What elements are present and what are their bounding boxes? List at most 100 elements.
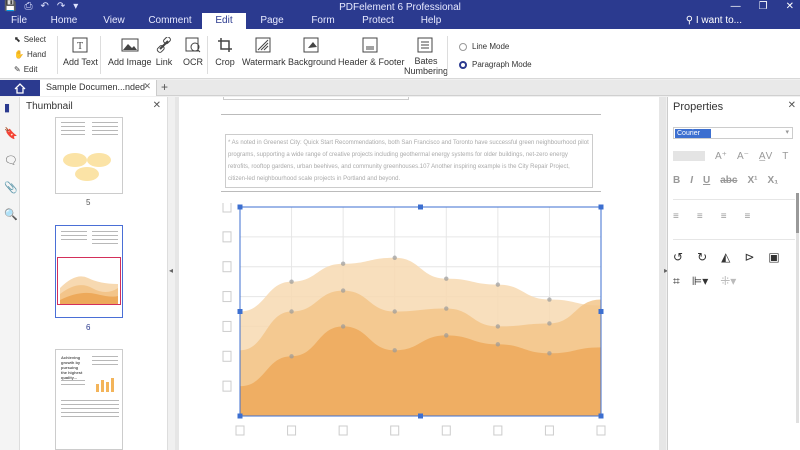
home-tab[interactable]: [0, 80, 40, 96]
increase-font-icon[interactable]: A⁺: [715, 151, 727, 162]
hand-tool[interactable]: ✋ Hand: [14, 50, 46, 59]
thumbnail-icon[interactable]: ▮: [4, 101, 10, 114]
font-family-select[interactable]: Courier ▾: [673, 127, 793, 139]
properties-scrollbar[interactable]: [796, 193, 799, 423]
hand-icon: ✋: [14, 50, 24, 59]
menu-page[interactable]: Page: [246, 13, 298, 29]
bookmark-icon[interactable]: 🔖: [4, 127, 18, 140]
y-tick-box: [222, 203, 232, 213]
flip-icon[interactable]: ◭: [721, 250, 730, 264]
panel-divider: [673, 199, 795, 200]
select-tool[interactable]: ⬉ Select: [14, 35, 46, 44]
add-image-button[interactable]: Add Image: [108, 29, 152, 67]
crop-button[interactable]: Crop: [215, 29, 235, 67]
menu-form[interactable]: Form: [298, 13, 348, 29]
i-want-to-search[interactable]: ⚲ I want to...: [686, 15, 742, 26]
header-footer-icon: [361, 35, 381, 55]
rotate-right-icon[interactable]: ↻: [697, 250, 707, 264]
close-panel-icon[interactable]: ✕: [153, 100, 161, 111]
data-point: [547, 351, 552, 356]
y-tick-box: [222, 350, 232, 362]
font-style-row: B I U abc X¹ X₁: [673, 175, 778, 186]
resize-handle: [598, 204, 604, 210]
document-tab[interactable]: Sample Documen...nded ✕: [40, 80, 157, 96]
ocr-icon: [183, 35, 203, 55]
text-color-icon[interactable]: T: [782, 151, 788, 162]
alignment-row: ≡ ≡ ≡ ≡: [673, 211, 750, 222]
data-point: [392, 309, 397, 314]
resize-handle: [237, 413, 243, 419]
align-left-icon[interactable]: ≡: [673, 211, 679, 222]
ocr-button[interactable]: OCR: [183, 29, 203, 67]
data-point: [289, 279, 294, 284]
resize-handle: [598, 309, 604, 314]
resize-handle: [418, 204, 423, 210]
object-tools-row: ↺ ↻ ◭ ⊳ ▣: [673, 250, 780, 264]
area-chart[interactable]: [219, 203, 609, 443]
underline-icon[interactable]: U: [703, 175, 710, 186]
add-text-button[interactable]: T Add Text: [63, 29, 98, 67]
search-icon[interactable]: 🔍: [4, 208, 18, 221]
editable-paragraph[interactable]: * As noted in Greenest City: Quick Start…: [225, 134, 593, 188]
paragraph-mode-radio[interactable]: Paragraph Mode: [459, 60, 532, 69]
close-tab-icon[interactable]: ✕: [143, 81, 151, 92]
page-rule: [221, 114, 601, 115]
menu-home[interactable]: Home: [38, 13, 90, 29]
home-icon: [14, 82, 26, 94]
minimize-icon[interactable]: —: [731, 1, 741, 12]
data-point: [340, 324, 346, 329]
thumbnail-panel: Thumbnail ✕ 5 6 Achieving growth by purs…: [20, 97, 184, 450]
page-thumbnail-5[interactable]: [55, 117, 123, 194]
page-thumbnail-6[interactable]: [55, 225, 123, 318]
attachment-icon[interactable]: 📎: [4, 181, 18, 194]
flip-horizontal-icon[interactable]: ⊳: [744, 250, 754, 264]
edit-tool[interactable]: ✎ Edit: [14, 65, 38, 74]
menu-help[interactable]: Help: [408, 13, 454, 29]
comment-icon[interactable]: 🗨: [4, 154, 18, 167]
subscript-icon[interactable]: X₁: [767, 175, 778, 186]
link-button[interactable]: Link: [154, 29, 174, 67]
page-thumbnail-7[interactable]: Achieving growth by pursuing the highest…: [55, 349, 123, 450]
resize-handle: [418, 413, 423, 419]
watermark-icon: [254, 35, 274, 55]
superscript-icon[interactable]: X¹: [747, 175, 757, 186]
close-panel-icon[interactable]: ✕: [788, 100, 796, 111]
align-center-icon[interactable]: ≡: [697, 211, 703, 222]
menu-file[interactable]: File: [0, 13, 38, 29]
strikethrough-icon[interactable]: abc: [720, 175, 737, 186]
chevron-down-icon: ▾: [785, 129, 789, 136]
left-sidebar: ▮ 🔖 🗨 📎 🔍: [0, 97, 20, 450]
restore-icon[interactable]: ❐: [759, 1, 768, 12]
svg-text:T: T: [77, 41, 83, 52]
x-tick-box: [596, 425, 606, 436]
menu-comment[interactable]: Comment: [138, 13, 202, 29]
title-bar: 💾 ⎙ ↶ ↷ ▾ PDFelement 6 Professional — ❐ …: [0, 0, 800, 29]
align-objects-icon[interactable]: ⊫▾: [692, 274, 708, 289]
menu-edit[interactable]: Edit: [202, 13, 246, 29]
justify-icon[interactable]: ≡: [745, 211, 751, 222]
align-right-icon[interactable]: ≡: [721, 211, 727, 222]
line-spacing-icon[interactable]: A̲V: [759, 151, 772, 162]
bold-icon[interactable]: B: [673, 175, 680, 186]
italic-icon[interactable]: I: [690, 175, 693, 186]
menu-view[interactable]: View: [90, 13, 138, 29]
line-mode-radio[interactable]: Line Mode: [459, 42, 509, 51]
new-tab-button[interactable]: +: [161, 80, 168, 94]
rotate-left-icon[interactable]: ↺: [673, 250, 683, 264]
header-footer-button[interactable]: Header & Footer: [338, 29, 405, 67]
object-tools-row-2: ⌗ ⊫▾ ⁜▾: [673, 274, 736, 289]
font-size-select[interactable]: [673, 151, 705, 161]
replace-image-icon[interactable]: ▣: [768, 250, 779, 264]
document-tab-bar: Sample Documen...nded ✕ +: [0, 80, 800, 96]
watermark-button[interactable]: Watermark: [242, 29, 286, 67]
bates-numbering-button[interactable]: Bates Numbering: [404, 29, 448, 76]
decrease-font-icon[interactable]: A⁻: [737, 151, 749, 162]
menu-protect[interactable]: Protect: [348, 13, 408, 29]
background-button[interactable]: Background: [288, 29, 336, 67]
close-icon[interactable]: ✕: [786, 1, 794, 12]
crop-icon[interactable]: ⌗: [673, 274, 680, 289]
data-point: [392, 348, 397, 353]
x-tick-box: [390, 425, 400, 436]
collapse-left-arrow-icon[interactable]: ◂: [169, 266, 173, 275]
distribute-icon[interactable]: ⁜▾: [720, 274, 736, 289]
